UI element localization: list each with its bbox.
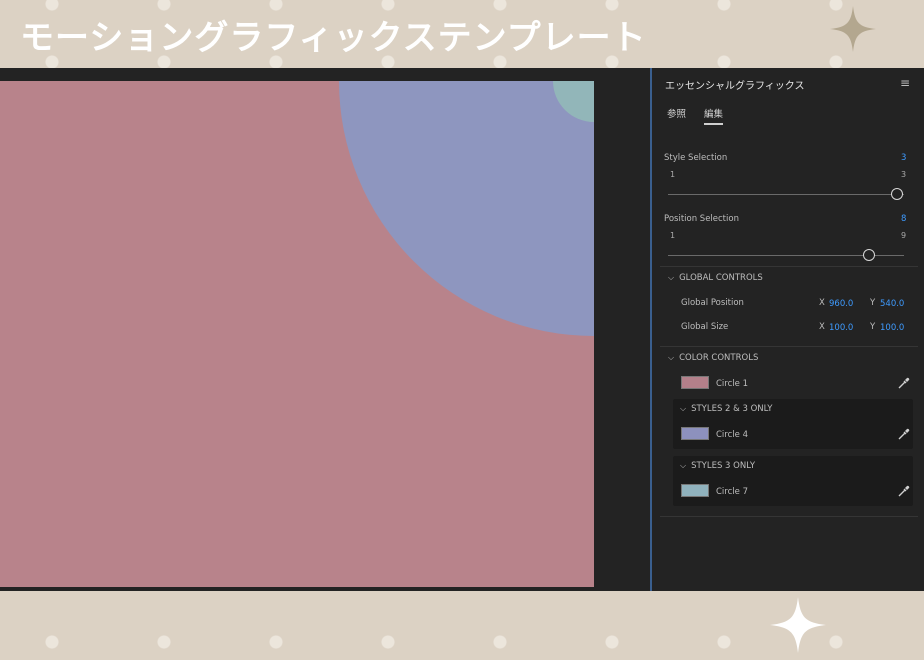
global-controls-header[interactable]: ⌵ GLOBAL CONTROLS <box>668 273 763 283</box>
chevron-down-icon: ⌵ <box>680 404 687 413</box>
tab-browse[interactable]: 参照 <box>667 106 686 120</box>
global-position-y-value[interactable]: 540.0 <box>880 299 904 309</box>
color-controls-title: COLOR CONTROLS <box>679 353 759 363</box>
styles-2-3-group: ⌵ STYLES 2 & 3 ONLY Circle 4 <box>673 399 913 449</box>
style-selection-value[interactable]: 3 <box>901 153 906 163</box>
position-selection-slider-knob[interactable] <box>863 249 876 261</box>
tab-edit[interactable]: 編集 <box>704 106 724 125</box>
global-position-x-value[interactable]: 960.0 <box>829 299 853 309</box>
global-position-x-label: X <box>819 298 825 308</box>
banner-title: モーショングラフィックステンプレート <box>20 18 647 58</box>
global-size-label: Global Size <box>681 322 729 332</box>
position-selection-value[interactable]: 8 <box>901 214 906 224</box>
circle-1-label: Circle 1 <box>716 379 748 389</box>
styles-3-group: ⌵ STYLES 3 ONLY Circle 7 <box>673 456 913 506</box>
sparkle-icon <box>770 597 826 653</box>
global-size-x-value[interactable]: 100.0 <box>829 323 853 333</box>
style-selection-slider-knob[interactable] <box>891 188 903 200</box>
sparkle-icon <box>830 6 876 52</box>
program-monitor <box>0 68 651 591</box>
panel-title: エッセンシャルグラフィックス <box>665 81 805 92</box>
position-selection-min: 1 <box>670 231 676 240</box>
position-selection-max: 9 <box>901 231 907 240</box>
style-selection-min: 1 <box>670 170 676 179</box>
eyedropper-icon[interactable] <box>897 376 911 390</box>
eyedropper-icon[interactable] <box>897 427 911 441</box>
global-size-y-label: Y <box>870 322 876 332</box>
circle-7-label: Circle 7 <box>716 487 748 497</box>
styles-3-title: STYLES 3 ONLY <box>691 461 756 471</box>
style-selection-slider[interactable] <box>668 194 904 195</box>
video-canvas[interactable] <box>0 81 594 587</box>
global-controls-title: GLOBAL CONTROLS <box>679 273 763 283</box>
chevron-down-icon: ⌵ <box>668 273 675 282</box>
panel-menu-icon[interactable]: ≡ <box>900 76 910 90</box>
eyedropper-icon[interactable] <box>897 484 911 498</box>
position-selection-label: Position Selection <box>664 214 739 224</box>
divider <box>660 516 918 517</box>
styles-2-3-title: STYLES 2 & 3 ONLY <box>691 404 773 414</box>
circle-1-color-swatch[interactable] <box>681 376 709 389</box>
circle-4-color-swatch[interactable] <box>681 427 709 440</box>
circle-4-label: Circle 4 <box>716 430 748 440</box>
styles-2-3-header[interactable]: ⌵ STYLES 2 & 3 ONLY <box>680 404 772 414</box>
chevron-down-icon: ⌵ <box>680 461 687 470</box>
global-size-x-label: X <box>819 322 825 332</box>
style-selection-max: 3 <box>901 170 907 179</box>
chevron-down-icon: ⌵ <box>668 353 675 362</box>
color-controls-header[interactable]: ⌵ COLOR CONTROLS <box>668 353 758 363</box>
premiere-window: エッセンシャルグラフィックス ≡ 参照 編集 Style Selection 3… <box>0 68 924 591</box>
global-size-y-value[interactable]: 100.0 <box>880 323 904 333</box>
style-selection-label: Style Selection <box>664 153 728 163</box>
divider <box>660 346 918 347</box>
global-position-label: Global Position <box>681 298 744 308</box>
divider <box>660 266 918 267</box>
styles-3-header[interactable]: ⌵ STYLES 3 ONLY <box>680 461 755 471</box>
circle-7-color-swatch[interactable] <box>681 484 709 497</box>
canvas-shapes <box>339 81 594 336</box>
circle-4-shape <box>339 81 594 336</box>
global-position-y-label: Y <box>870 298 876 308</box>
essential-graphics-panel: エッセンシャルグラフィックス ≡ 参照 編集 Style Selection 3… <box>652 68 924 591</box>
